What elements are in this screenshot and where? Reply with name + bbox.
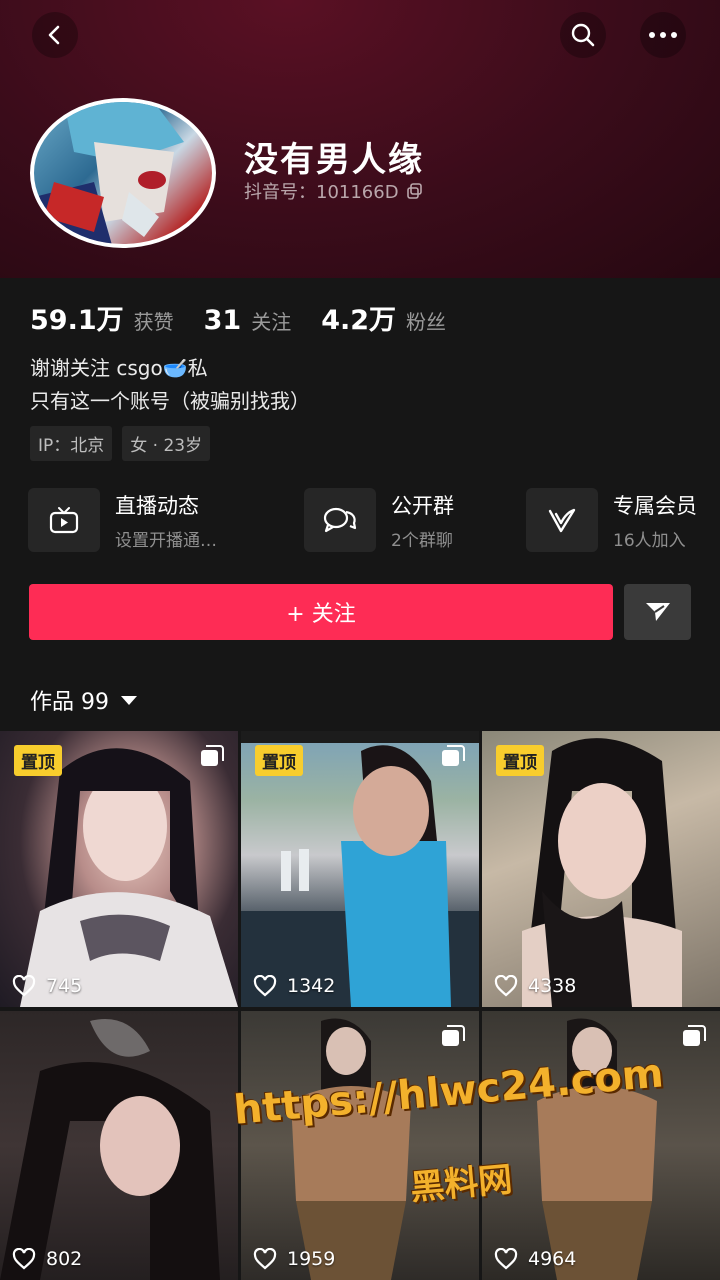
likes-count-text: 802 <box>46 1248 83 1270</box>
heart-icon <box>12 975 36 997</box>
chevron-left-icon <box>48 25 60 45</box>
feature-row: 直播动态 设置开播通… 公开群 2个群聊 专属会员 16人加入 <box>28 488 720 552</box>
live-feature-sub: 设置开播通… <box>115 530 217 551</box>
likes-count-text: 4964 <box>528 1248 577 1270</box>
more-button[interactable] <box>640 12 686 58</box>
send-icon <box>645 603 670 621</box>
member-v-icon-box <box>526 488 598 552</box>
video-thumbnail[interactable]: 置顶 4338 <box>482 731 720 1007</box>
douyin-id[interactable]: 抖音号：101166D <box>244 178 423 204</box>
back-button[interactable] <box>32 12 78 58</box>
multi-image-icon <box>442 745 465 766</box>
works-label: 作品 99 <box>30 690 109 715</box>
multi-image-icon <box>201 745 224 766</box>
stats-row: 59.1万 获赞 31 关注 4.2万 粉丝 <box>30 298 476 337</box>
likes-count-text: 745 <box>46 975 83 997</box>
profile-header: 没有男人缘 抖音号：101166D <box>0 0 720 280</box>
video-thumbnail[interactable]: 802 <box>0 1011 238 1280</box>
works-tab[interactable]: 作品 99 <box>30 684 137 716</box>
multi-image-icon <box>442 1025 465 1046</box>
followers-label[interactable]: 粉丝 <box>406 306 446 335</box>
heart-icon <box>253 975 277 997</box>
share-button[interactable] <box>624 584 691 640</box>
video-likes: 4338 <box>494 975 576 997</box>
search-button[interactable] <box>560 12 606 58</box>
watermark: https://hlwc24.com 黑料网 <box>232 1050 665 1228</box>
copy-icon <box>406 183 422 199</box>
thumbnail-art <box>0 1019 220 1280</box>
profile-info-panel: 59.1万 获赞 31 关注 4.2万 粉丝 谢谢关注 csgo🥣私 只有这一个… <box>0 278 720 730</box>
pinned-badge: 置顶 <box>255 745 303 776</box>
member-feature-title: 专属会员 <box>613 493 697 518</box>
video-thumbnail[interactable]: 置顶 1342 <box>241 731 479 1007</box>
video-likes: 745 <box>12 975 82 997</box>
likes-count-text: 1342 <box>287 975 336 997</box>
likes-count-text: 1959 <box>287 1248 336 1270</box>
live-tv-icon <box>49 507 79 534</box>
live-feature-title: 直播动态 <box>115 493 199 518</box>
member-feature-sub: 16人加入 <box>613 530 686 551</box>
likes-label: 获赞 <box>133 310 174 334</box>
watermark-name: 黑料网 <box>408 1159 514 1209</box>
heart-icon <box>494 1248 518 1270</box>
pinned-badge: 置顶 <box>14 745 62 776</box>
follow-button[interactable]: + 关注 <box>29 584 613 640</box>
group-feature-title: 公开群 <box>391 493 454 518</box>
heart-icon <box>253 1248 277 1270</box>
pinned-badge: 置顶 <box>496 745 544 776</box>
followers-count[interactable]: 4.2万 <box>321 298 396 337</box>
more-dots-icon <box>649 32 677 38</box>
video-likes: 1959 <box>253 1248 335 1270</box>
live-tv-icon-box <box>28 488 100 552</box>
video-likes: 1342 <box>253 975 335 997</box>
ip-location-tag: IP：北京 <box>30 426 113 461</box>
search-icon <box>571 23 595 47</box>
live-feature[interactable]: 直播动态 设置开播通… <box>28 488 217 552</box>
group-chat-icon-box <box>304 488 376 552</box>
likes-count-text: 4338 <box>528 975 577 997</box>
video-thumbnail[interactable]: 置顶 745 <box>0 731 238 1007</box>
video-likes: 802 <box>12 1248 82 1270</box>
following-label[interactable]: 关注 <box>251 306 291 335</box>
group-feature[interactable]: 公开群 2个群聊 <box>304 488 454 552</box>
heart-icon <box>12 1248 36 1270</box>
heart-icon <box>494 975 518 997</box>
member-feature[interactable]: 专属会员 16人加入 <box>526 488 697 552</box>
group-feature-sub: 2个群聊 <box>391 530 453 551</box>
avatar-illustration <box>34 102 184 244</box>
bio: 谢谢关注 csgo🥣私 只有这一个账号（被骗别找我） <box>30 352 310 418</box>
profile-name: 没有男人缘 <box>244 140 424 180</box>
member-v-icon <box>548 508 576 533</box>
gender-age-tag: 女 · 23岁 <box>122 426 211 461</box>
caret-down-icon <box>121 695 137 705</box>
multi-image-icon <box>683 1025 706 1046</box>
avatar[interactable] <box>30 98 216 248</box>
douyin-id-text: 抖音号：101166D <box>244 182 399 203</box>
bio-line-2: 只有这一个账号（被骗别找我） <box>30 389 310 413</box>
video-likes: 4964 <box>494 1248 576 1270</box>
bio-line-1: 谢谢关注 csgo🥣私 <box>30 356 208 380</box>
group-chat-icon <box>323 507 357 533</box>
profile-tags: IP：北京 女 · 23岁 <box>30 426 211 461</box>
following-count[interactable]: 31 <box>204 305 242 336</box>
likes-count: 59.1万 <box>30 305 124 336</box>
